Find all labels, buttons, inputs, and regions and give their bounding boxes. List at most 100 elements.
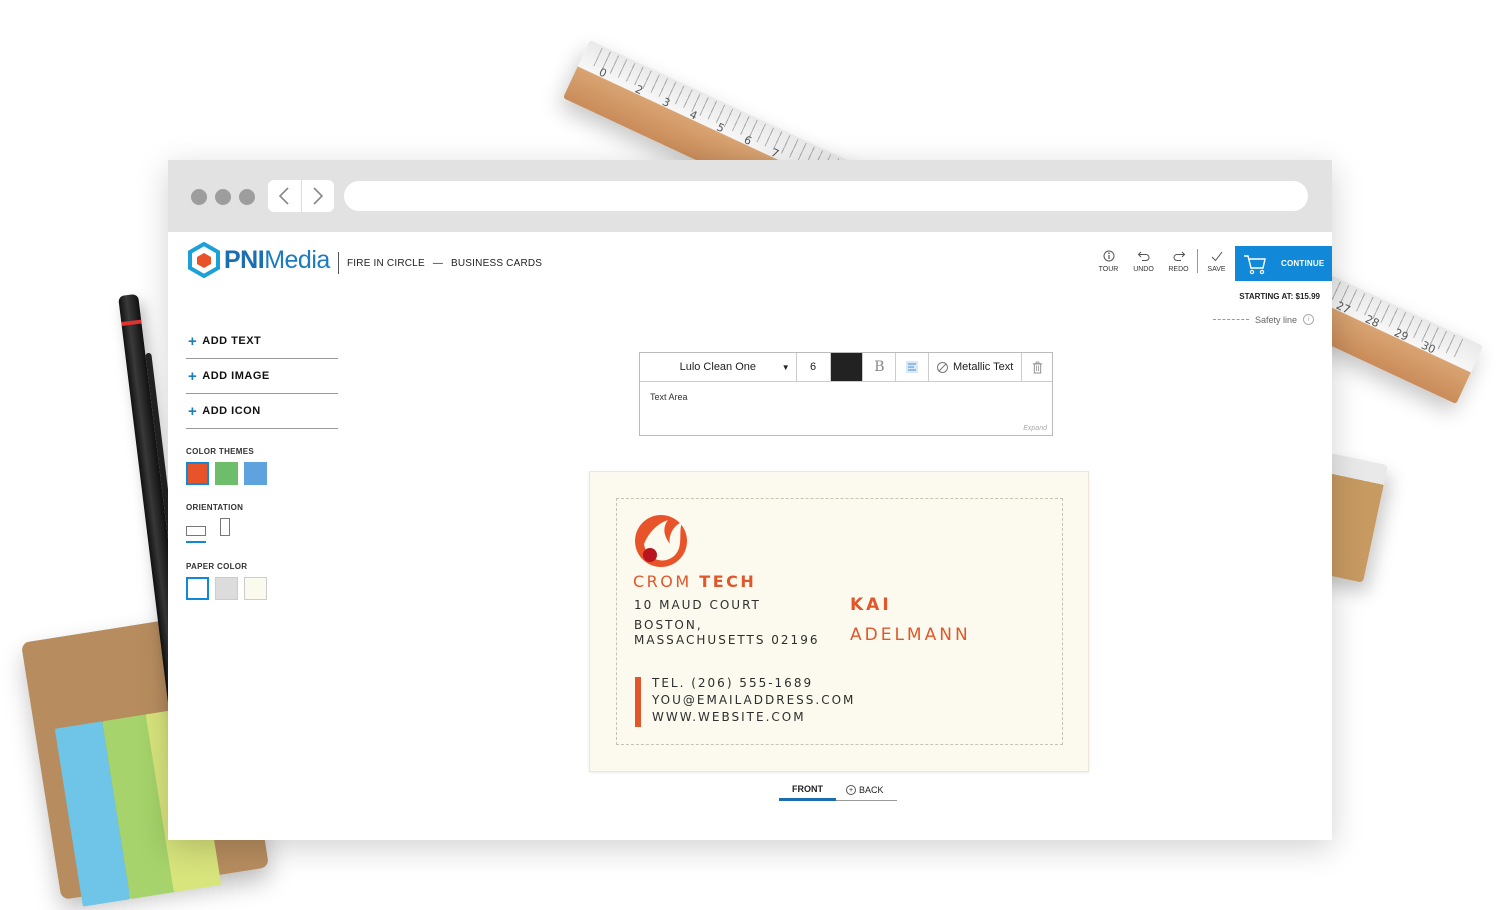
- delete-button[interactable]: [1022, 353, 1052, 381]
- window-maximize-dot[interactable]: [239, 189, 255, 205]
- plus-icon: +: [188, 332, 198, 350]
- last-name[interactable]: ADELMANN: [850, 625, 971, 645]
- font-select[interactable]: Lulo Clean One ▼: [640, 353, 797, 381]
- text-format-toolbar: Lulo Clean One ▼ 6 B Metallic Text: [640, 353, 1052, 382]
- redo-label: REDO: [1168, 266, 1189, 273]
- no-metallic-icon: [937, 361, 949, 373]
- align-left-icon: [906, 361, 919, 373]
- pnimedia-logo[interactable]: PNIMedia: [188, 242, 330, 278]
- add-icon-label: ADD ICON: [202, 405, 261, 417]
- info-icon: [1103, 250, 1114, 262]
- caret-down-icon: ▼: [781, 362, 790, 372]
- bold-button[interactable]: B: [863, 353, 897, 381]
- theme-swatch-blue[interactable]: [244, 462, 267, 485]
- back-label: BACK: [859, 785, 884, 795]
- undo-icon: [1137, 251, 1149, 261]
- first-name[interactable]: KAI: [850, 595, 892, 615]
- redo-button[interactable]: REDO: [1161, 249, 1196, 273]
- orientation-label: ORIENTATION: [186, 503, 244, 512]
- address-line1[interactable]: 10 MAUD COURT: [634, 598, 761, 612]
- safety-line-label: Safety line: [1254, 314, 1297, 325]
- add-image-label: ADD IMAGE: [202, 370, 270, 382]
- tour-label: TOUR: [1098, 266, 1119, 273]
- plus-icon: +: [188, 367, 198, 385]
- window-close-dot[interactable]: [191, 189, 207, 205]
- forward-arrow-icon[interactable]: [302, 180, 335, 212]
- info-icon[interactable]: i: [1303, 314, 1314, 325]
- cart-icon: [1244, 254, 1266, 274]
- browser-chrome: [168, 160, 1332, 232]
- redo-icon: [1173, 251, 1185, 261]
- paper-color-swatches: [186, 577, 338, 600]
- card-side-tabs: FRONT + BACK: [779, 782, 897, 801]
- email-line[interactable]: YOU@EMAILADDRESS.COM: [652, 693, 855, 707]
- company-name-part1: CROM: [633, 572, 692, 591]
- expand-link[interactable]: Expand: [1023, 425, 1047, 432]
- add-circle-icon: +: [846, 785, 856, 795]
- add-text-label: ADD TEXT: [202, 335, 262, 347]
- breadcrumb: FIRE IN CIRCLE — BUSINESS CARDS: [338, 252, 542, 274]
- hexagon-logo-icon: [188, 242, 220, 278]
- landscape-orientation-icon[interactable]: [186, 526, 206, 543]
- paper-color-label: PAPER COLOR: [186, 562, 248, 571]
- text-color-swatch[interactable]: [830, 353, 864, 381]
- browser-nav: [268, 180, 334, 212]
- breadcrumb-separator: —: [432, 257, 444, 269]
- theme-swatch-green[interactable]: [215, 462, 238, 485]
- add-icon-button[interactable]: + ADD ICON: [186, 394, 338, 429]
- paper-swatch-gray[interactable]: [215, 577, 238, 600]
- toolbar-divider: [1197, 249, 1198, 273]
- checkmark-icon: [1211, 251, 1222, 262]
- color-theme-swatches: [186, 462, 338, 485]
- text-editor-panel: Lulo Clean One ▼ 6 B Metallic Text Text …: [639, 352, 1053, 436]
- logo-prefix: PNI: [224, 245, 265, 274]
- back-arrow-icon[interactable]: [268, 180, 302, 212]
- portrait-orientation-icon[interactable]: [220, 518, 230, 536]
- window-minimize-dot[interactable]: [215, 189, 231, 205]
- company-name-part2: TECH: [699, 572, 757, 591]
- color-themes-label: COLOR THEMES: [186, 447, 255, 456]
- safety-line-legend: Safety line i: [1212, 314, 1314, 325]
- undo-button[interactable]: UNDO: [1126, 249, 1161, 273]
- add-text-button[interactable]: + ADD TEXT: [186, 324, 338, 359]
- trash-icon: [1032, 361, 1042, 373]
- save-button[interactable]: SAVE: [1199, 249, 1234, 273]
- accent-bar: [635, 677, 641, 727]
- browser-window: PNIMedia FIRE IN CIRCLE — BUSINESS CARDS…: [168, 160, 1332, 840]
- fire-in-circle-logo-icon[interactable]: [634, 514, 688, 568]
- orientation-options: [186, 518, 338, 543]
- dashed-line-icon: [1212, 319, 1249, 320]
- tab-front[interactable]: FRONT: [779, 782, 836, 801]
- address-line2[interactable]: BOSTON,: [634, 618, 703, 632]
- toolbar: TOUR UNDO REDO SAVE: [1091, 249, 1234, 273]
- paper-swatch-white[interactable]: [186, 577, 209, 600]
- address-line3[interactable]: MASSACHUSETTS 02196: [634, 633, 819, 647]
- design-sidebar: + ADD TEXT + ADD IMAGE + ADD ICON COLOR …: [186, 324, 338, 600]
- continue-button[interactable]: CONTINUE: [1235, 246, 1332, 281]
- phone-line[interactable]: TEL. (206) 555-1689: [652, 676, 813, 690]
- starting-price: STARTING AT: $15.99: [1239, 292, 1320, 301]
- metallic-text-toggle[interactable]: Metallic Text: [929, 353, 1023, 381]
- tour-button[interactable]: TOUR: [1091, 249, 1126, 273]
- plus-icon: +: [188, 402, 198, 420]
- company-name[interactable]: CROM TECH: [633, 572, 756, 591]
- save-label: SAVE: [1207, 266, 1226, 273]
- theme-swatch-orange[interactable]: [186, 462, 209, 485]
- align-button[interactable]: [896, 353, 930, 381]
- paper-swatch-cream[interactable]: [244, 577, 267, 600]
- continue-label: CONTINUE: [1281, 259, 1325, 268]
- metallic-text-label: Metallic Text: [953, 361, 1014, 373]
- font-name: Lulo Clean One: [679, 361, 757, 373]
- add-image-button[interactable]: + ADD IMAGE: [186, 359, 338, 394]
- undo-label: UNDO: [1133, 266, 1154, 273]
- address-bar[interactable]: [344, 181, 1308, 211]
- breadcrumb-product[interactable]: BUSINESS CARDS: [451, 258, 542, 269]
- breadcrumb-design[interactable]: FIRE IN CIRCLE: [347, 258, 425, 269]
- app-header: PNIMedia FIRE IN CIRCLE — BUSINESS CARDS…: [168, 232, 1332, 292]
- logo-suffix: Media: [264, 245, 330, 274]
- website-line[interactable]: WWW.WEBSITE.COM: [652, 710, 806, 724]
- business-card-canvas[interactable]: CROM TECH 10 MAUD COURT BOSTON, MASSACHU…: [589, 471, 1089, 772]
- font-size-input[interactable]: 6: [797, 353, 831, 381]
- tab-back[interactable]: + BACK: [836, 782, 897, 801]
- text-area-input[interactable]: Text Area: [640, 382, 1052, 412]
